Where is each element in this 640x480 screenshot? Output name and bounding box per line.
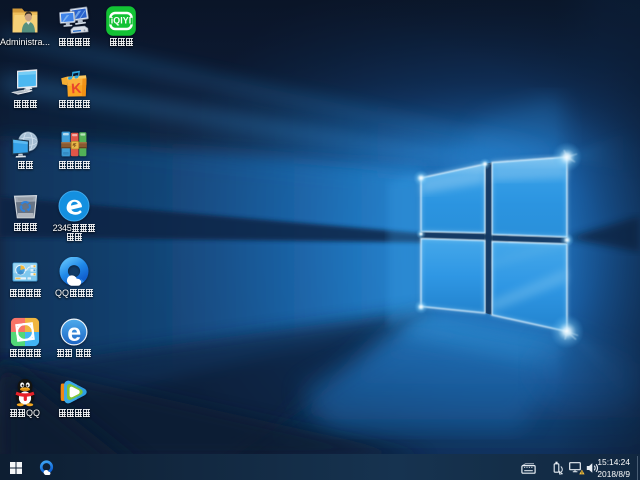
svg-text:iQIYI: iQIYI [111, 16, 132, 26]
svg-text:e: e [67, 318, 81, 346]
svg-text:K: K [71, 79, 82, 96]
